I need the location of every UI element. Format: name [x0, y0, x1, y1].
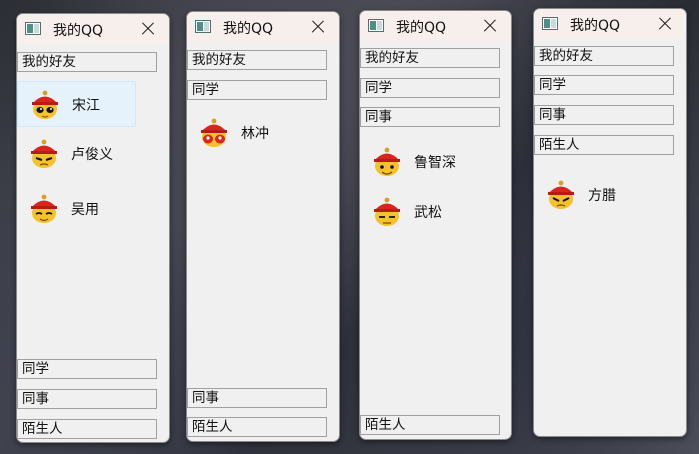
- qq-avatar-icon: [31, 139, 57, 168]
- qq-avatar-icon: [374, 147, 400, 176]
- friend-item[interactable]: 鲁智深: [360, 139, 479, 185]
- close-icon[interactable]: [479, 15, 501, 37]
- title-bar[interactable]: 我的QQ: [360, 11, 511, 41]
- qq-window-4: 我的QQ 我的好友 同学 同事 陌生人 方腊: [533, 8, 687, 437]
- window-icon: [25, 22, 41, 35]
- qq-avatar-icon: [31, 194, 57, 223]
- group-classmates[interactable]: 同学: [17, 359, 157, 379]
- friend-name: 宋江: [72, 98, 100, 114]
- group-colleagues[interactable]: 同事: [17, 389, 157, 409]
- title-bar[interactable]: 我的QQ: [534, 9, 686, 39]
- friend-item[interactable]: 宋江: [17, 81, 136, 127]
- friend-item[interactable]: 吴用: [17, 186, 136, 232]
- window-title: 我的QQ: [570, 18, 621, 34]
- friend-item[interactable]: 武松: [360, 189, 479, 235]
- group-strangers[interactable]: 陌生人: [17, 419, 157, 439]
- group-my-friends[interactable]: 我的好友: [17, 52, 157, 72]
- close-icon[interactable]: [654, 13, 676, 35]
- group-strangers[interactable]: 陌生人: [360, 415, 500, 435]
- qq-avatar-icon: [548, 180, 574, 209]
- friend-name: 林冲: [241, 126, 269, 142]
- title-bar[interactable]: 我的QQ: [187, 12, 339, 42]
- window-title: 我的QQ: [223, 21, 274, 37]
- friend-item[interactable]: 林冲: [187, 110, 306, 156]
- window-title: 我的QQ: [53, 23, 104, 39]
- close-icon[interactable]: [137, 18, 159, 40]
- group-my-friends[interactable]: 我的好友: [360, 48, 500, 68]
- qq-avatar-icon: [32, 90, 58, 119]
- group-classmates[interactable]: 同学: [187, 80, 327, 100]
- friend-name: 武松: [414, 205, 442, 221]
- group-strangers[interactable]: 陌生人: [534, 135, 674, 155]
- friend-name: 卢俊义: [71, 147, 113, 163]
- friend-name: 方腊: [588, 188, 616, 204]
- group-classmates[interactable]: 同学: [360, 78, 500, 98]
- friend-name: 鲁智深: [414, 155, 456, 171]
- title-bar[interactable]: 我的QQ: [17, 14, 169, 44]
- qq-window-1: 我的QQ 我的好友 宋江 卢俊义 吴用 同学 同事 陌生人: [16, 13, 170, 443]
- qq-avatar-icon: [201, 118, 227, 147]
- friend-name: 吴用: [71, 202, 99, 218]
- group-my-friends[interactable]: 我的好友: [187, 50, 327, 70]
- group-colleagues[interactable]: 同事: [187, 388, 327, 408]
- friend-item[interactable]: 方腊: [534, 172, 653, 218]
- close-icon[interactable]: [307, 16, 329, 38]
- qq-window-3: 我的QQ 我的好友 同学 同事 鲁智深 武松 陌生人: [359, 10, 512, 440]
- qq-window-2: 我的QQ 我的好友 同学 林冲 同事 陌生人: [186, 11, 340, 442]
- window-icon: [368, 19, 384, 32]
- group-classmates[interactable]: 同学: [534, 75, 674, 95]
- window-title: 我的QQ: [396, 20, 447, 36]
- window-icon: [542, 17, 558, 30]
- friend-item[interactable]: 卢俊义: [17, 131, 136, 177]
- qq-avatar-icon: [374, 197, 400, 226]
- group-colleagues[interactable]: 同事: [360, 107, 500, 127]
- group-my-friends[interactable]: 我的好友: [534, 46, 674, 66]
- group-colleagues[interactable]: 同事: [534, 105, 674, 125]
- window-icon: [195, 20, 211, 33]
- group-strangers[interactable]: 陌生人: [187, 417, 327, 437]
